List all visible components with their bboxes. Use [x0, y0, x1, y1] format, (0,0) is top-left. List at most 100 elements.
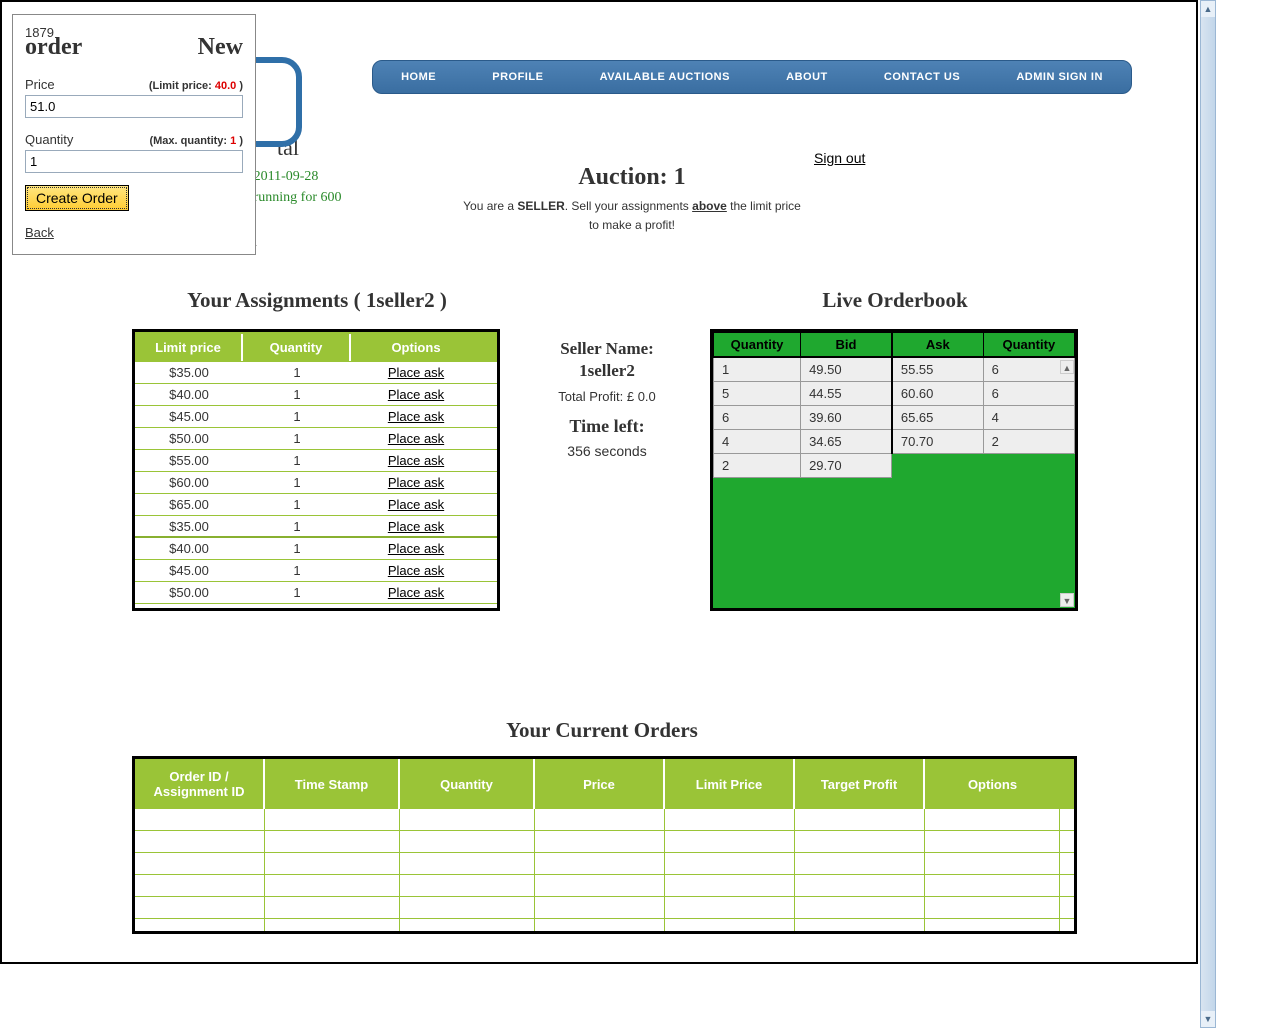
- nav-contact-us[interactable]: CONTACT US: [884, 71, 960, 83]
- assignment-limit-price: $40.00: [135, 541, 243, 556]
- sign-out-link[interactable]: Sign out: [814, 150, 865, 166]
- assignment-quantity: 1: [243, 387, 351, 402]
- place-ask-link[interactable]: Place ask: [388, 497, 444, 512]
- ob-ask: 55.55: [892, 357, 983, 382]
- assignment-row: $55.001 Place ask: [135, 450, 497, 472]
- nav-profile[interactable]: PROFILE: [492, 71, 543, 83]
- orders-col-id: Order ID / Assignment ID: [135, 759, 265, 809]
- place-ask-link[interactable]: Place ask: [388, 365, 444, 380]
- orderbook-table: Quantity Bid Ask Quantity 149.5055.55654…: [710, 329, 1078, 611]
- assignment-row: $45.001Place ask: [135, 560, 497, 582]
- orderbook-row: 149.5055.556: [714, 357, 1075, 382]
- assignment-quantity: 1: [243, 431, 351, 446]
- price-label: Price: [25, 77, 55, 92]
- back-link[interactable]: Back: [25, 225, 243, 240]
- place-ask-link[interactable]: Place ask: [388, 387, 444, 402]
- assignments-head-row: Limit price Quantity Options: [135, 332, 497, 362]
- auction-title: Auction: 1: [457, 164, 807, 191]
- order-row: [135, 831, 1074, 853]
- orders-col-options: Options: [925, 759, 1060, 809]
- assignments-table: Limit price Quantity Options $35.001Plac…: [132, 329, 500, 611]
- orders-header: Your Current Orders: [402, 718, 802, 743]
- orders-table: Order ID / Assignment ID Time Stamp Quan…: [132, 756, 1077, 934]
- place-ask-link[interactable]: Place ask: [388, 585, 444, 600]
- ob-ask-qty: 2: [983, 430, 1074, 454]
- assignment-row: $65.001 Place ask: [135, 494, 497, 516]
- assignment-limit-price: $40.00: [135, 387, 243, 402]
- orders-body[interactable]: [135, 809, 1074, 931]
- assignment-quantity: 1: [243, 365, 351, 380]
- place-ask-link[interactable]: Place ask: [388, 453, 444, 468]
- ob-ask: 60.60: [892, 382, 983, 406]
- price-field-row: Price (Limit price: 40.0 ): [25, 77, 243, 92]
- col-limit-price: Limit price: [135, 334, 243, 361]
- order-row: [135, 919, 1074, 931]
- assignment-quantity: 1: [243, 453, 351, 468]
- ob-col-ask: Ask: [892, 333, 983, 358]
- assignment-limit-price: $65.00: [135, 497, 243, 512]
- place-ask-link[interactable]: Place ask: [388, 541, 444, 556]
- assignment-quantity: 1: [243, 607, 351, 608]
- order-row: [135, 853, 1074, 875]
- quantity-hint: (Max. quantity: 1 ): [149, 135, 243, 147]
- total-profit: Total Profit: £ 0.0: [522, 389, 692, 404]
- ob-bid: 39.60: [801, 406, 892, 430]
- assignment-quantity: 1: [243, 541, 351, 556]
- order-row: [135, 897, 1074, 919]
- price-input[interactable]: [25, 95, 243, 118]
- auction-title-block: Auction: 1 You are a SELLER. Sell your a…: [457, 164, 807, 235]
- ob-col-bid-qty: Quantity: [714, 333, 801, 358]
- ob-ask: 70.70: [892, 430, 983, 454]
- place-ask-link[interactable]: Place ask: [388, 475, 444, 490]
- ob-col-ask-qty: Quantity: [983, 333, 1074, 358]
- popup-title: New order: [25, 32, 243, 63]
- col-quantity: Quantity: [243, 334, 351, 361]
- assignments-body[interactable]: $35.001Place ask$40.001Place ask$45.001P…: [135, 362, 497, 608]
- ob-ask-qty: 4: [983, 406, 1074, 430]
- orderbook-row: 229.70: [714, 454, 1075, 478]
- order-row: [135, 875, 1074, 897]
- time-left-value: 356 seconds: [522, 443, 692, 459]
- assignment-row: $55.001Place ask: [135, 604, 497, 608]
- assignment-row: $35.001Place ask: [135, 362, 497, 384]
- create-order-button[interactable]: Create Order: [25, 185, 129, 211]
- ob-ask: 65.65: [892, 406, 983, 430]
- place-ask-link[interactable]: Place ask: [388, 431, 444, 446]
- assignment-row: $60.001Place ask: [135, 472, 497, 494]
- orders-col-target-profit: Target Profit: [795, 759, 925, 809]
- seller-name-label: Seller Name:: [522, 339, 692, 359]
- assignment-row: $40.001 Place ask: [135, 538, 497, 560]
- ob-bid: 49.50: [801, 357, 892, 382]
- place-ask-link[interactable]: Place ask: [388, 607, 444, 608]
- orderbook-row: 544.5560.606: [714, 382, 1075, 406]
- orderbook-scroll-down[interactable]: ▼: [1060, 593, 1074, 607]
- assignment-quantity: 1: [243, 519, 351, 534]
- assignment-quantity: 1: [243, 563, 351, 578]
- page-scrollbar[interactable]: ▲ ▼: [1200, 0, 1216, 1028]
- assignment-quantity: 1: [243, 409, 351, 424]
- orders-col-timestamp: Time Stamp: [265, 759, 400, 809]
- orderbook-scroll-up[interactable]: ▲: [1060, 360, 1074, 374]
- ob-bid-qty: 5: [714, 382, 801, 406]
- ob-bid: 34.65: [801, 430, 892, 454]
- assignment-row: $50.001Place ask: [135, 582, 497, 604]
- ob-bid-qty: 4: [714, 430, 801, 454]
- orders-col-price: Price: [535, 759, 665, 809]
- ob-ask-qty: 6: [983, 382, 1074, 406]
- assignment-limit-price: $55.00: [135, 453, 243, 468]
- place-ask-link[interactable]: Place ask: [388, 563, 444, 578]
- role-description: You are a SELLER. Sell your assignments …: [457, 197, 807, 235]
- quantity-input[interactable]: [25, 150, 243, 173]
- ob-bid: 29.70: [801, 454, 892, 478]
- assignment-quantity: 1: [243, 497, 351, 512]
- place-ask-link[interactable]: Place ask: [388, 409, 444, 424]
- ob-bid-qty: 2: [714, 454, 801, 478]
- quantity-label: Quantity: [25, 132, 73, 147]
- orderbook-header: Live Orderbook: [710, 288, 1080, 313]
- nav-admin-sign-in[interactable]: ADMIN SIGN IN: [1016, 71, 1103, 83]
- nav-about[interactable]: ABOUT: [786, 71, 828, 83]
- nav-available-auctions[interactable]: AVAILABLE AUCTIONS: [600, 71, 730, 83]
- orderbook-row: 639.6065.654: [714, 406, 1075, 430]
- place-ask-link[interactable]: Place ask: [388, 519, 444, 534]
- nav-home[interactable]: HOME: [401, 71, 436, 83]
